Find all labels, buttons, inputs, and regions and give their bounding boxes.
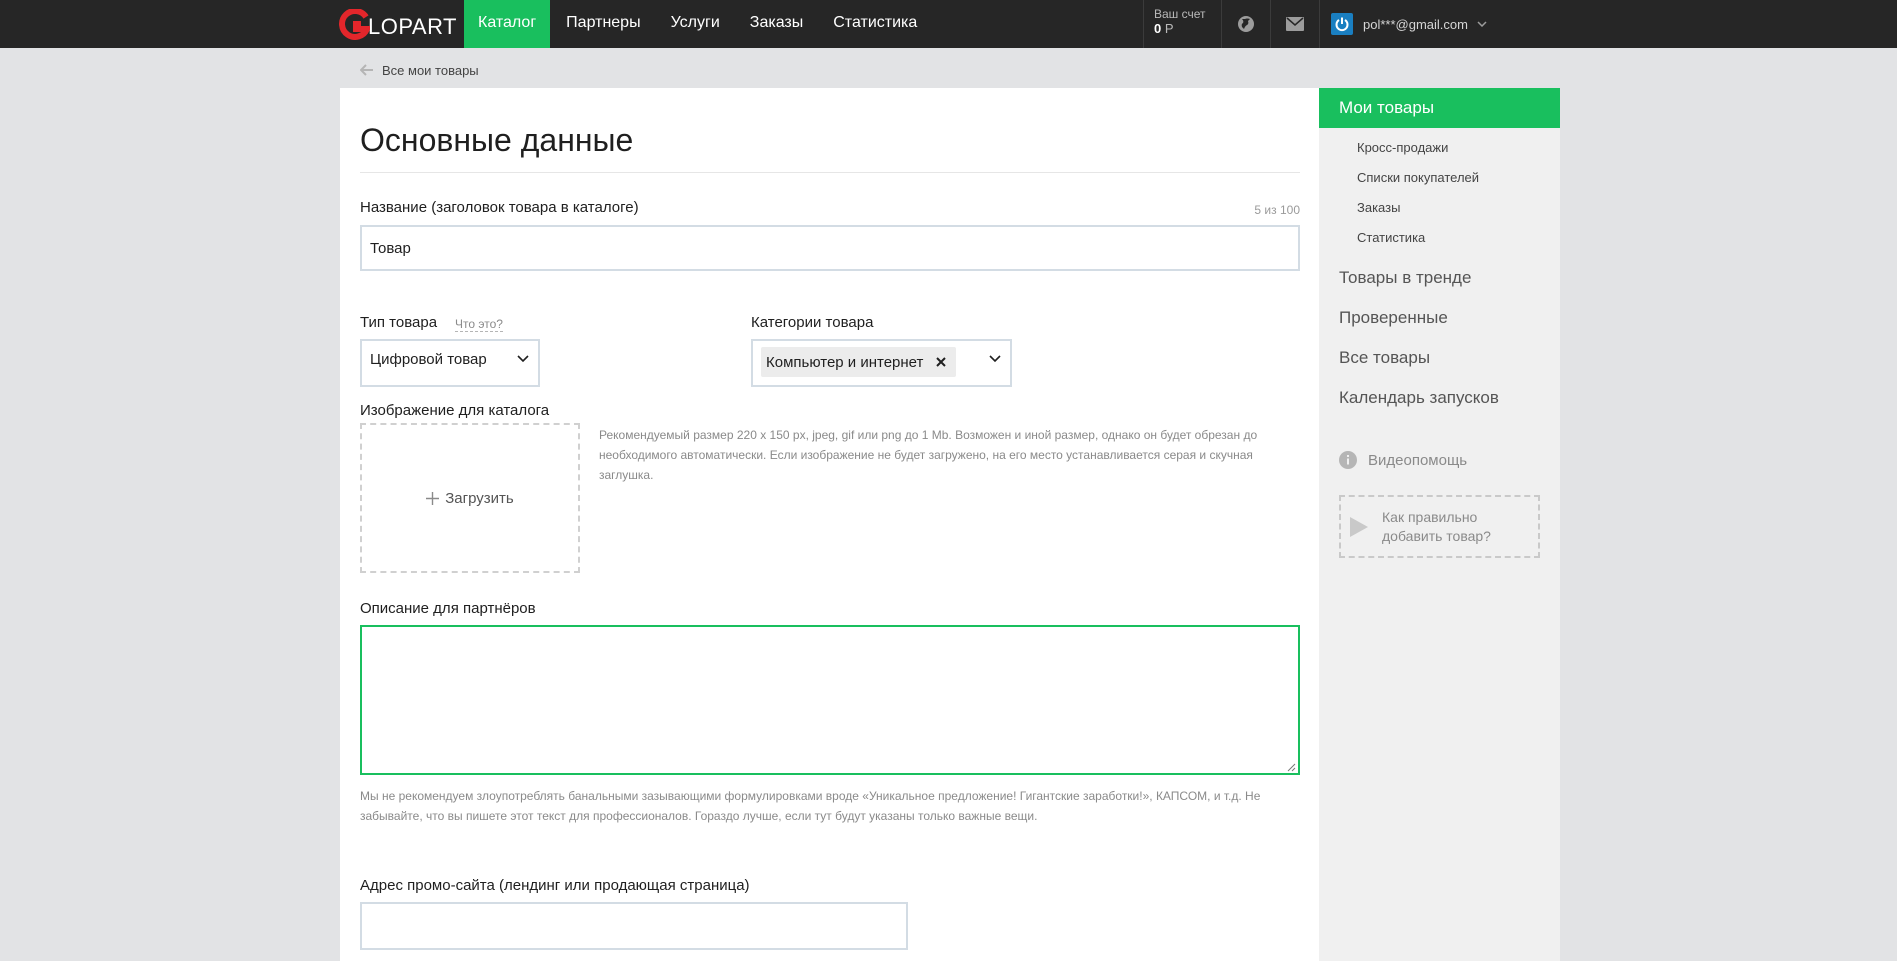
- logo-text: LOPART: [368, 14, 457, 39]
- name-label: Название (заголовок товара в каталоге): [360, 199, 639, 216]
- sidebar: Мои товары Кросс-продажи Списки покупате…: [1319, 88, 1560, 961]
- name-input[interactable]: [360, 225, 1300, 271]
- info-icon: [1339, 451, 1357, 469]
- video-card-text: Как правильно добавить товар?: [1382, 509, 1491, 544]
- sidebar-item-trending[interactable]: Товары в тренде: [1339, 268, 1471, 288]
- type-select[interactable]: Цифровой товар: [360, 339, 540, 387]
- balance-currency: Р: [1164, 21, 1174, 36]
- upload-label: Загрузить: [445, 489, 514, 507]
- main-content: Основные данные Название (заголовок това…: [340, 88, 1319, 961]
- top-right-area: Ваш счет 0 Р pol***@gmail.com: [1143, 0, 1499, 48]
- promo-site-label: Адрес промо-сайта (лендинг или продающая…: [360, 877, 750, 894]
- globe-icon: [1238, 16, 1254, 32]
- video-card[interactable]: Как правильно добавить товар?: [1339, 495, 1540, 558]
- video-help-label: Видеопомощь: [1368, 451, 1468, 469]
- main-nav: Каталог Партнеры Услуги Заказы Статистик…: [464, 0, 932, 48]
- nav-catalog[interactable]: Каталог: [464, 0, 551, 48]
- plus-icon: [426, 491, 440, 505]
- category-tag-remove[interactable]: [934, 355, 948, 369]
- sidebar-item-my-products[interactable]: Мои товары: [1319, 88, 1560, 128]
- user-menu[interactable]: pol***@gmail.com: [1319, 0, 1499, 48]
- account-balance[interactable]: Ваш счет 0 Р: [1143, 0, 1221, 48]
- name-counter: 5 из 100: [1254, 203, 1300, 217]
- categories-label: Категории товара: [751, 314, 874, 331]
- resize-grip-icon[interactable]: [1287, 763, 1296, 772]
- nav-orders[interactable]: Заказы: [735, 0, 818, 48]
- messages-button[interactable]: [1270, 0, 1319, 48]
- logo-mark: [339, 8, 370, 40]
- image-upload-button[interactable]: Загрузить: [360, 423, 580, 573]
- description-hint: Мы не рекомендуем злоупотреблять банальн…: [360, 789, 1261, 823]
- breadcrumb[interactable]: Все мои товары: [360, 60, 479, 80]
- image-hint: Рекомендуемый размер 220 x 150 px, jpeg,…: [599, 428, 1258, 482]
- sidebar-sub-cross-sales[interactable]: Кросс-продажи: [1357, 140, 1448, 155]
- type-label: Тип товара: [360, 314, 438, 331]
- sidebar-item-verified[interactable]: Проверенные: [1339, 308, 1448, 328]
- close-icon: [936, 357, 947, 367]
- category-tag-label: Компьютер и интернет: [766, 353, 924, 371]
- nav-statistics[interactable]: Статистика: [818, 0, 932, 48]
- type-select-value: Цифровой товар: [370, 351, 487, 368]
- sidebar-item-launch-calendar[interactable]: Календарь запусков: [1339, 388, 1499, 408]
- chevron-down-icon: [1477, 21, 1487, 27]
- top-bar: LOPART Каталог Партнеры Услуги Заказы Ст…: [0, 0, 1897, 48]
- sidebar-sub-statistics[interactable]: Статистика: [1357, 230, 1425, 245]
- image-label: Изображение для каталога: [360, 402, 550, 419]
- page-title: Основные данные: [360, 122, 634, 158]
- video-help: Видеопомощь: [1339, 451, 1467, 469]
- language-button[interactable]: [1221, 0, 1270, 48]
- breadcrumb-back-link[interactable]: Все мои товары: [382, 63, 479, 78]
- sidebar-sub-customer-lists[interactable]: Списки покупателей: [1357, 170, 1479, 185]
- type-hint-link[interactable]: Что это?: [455, 317, 503, 332]
- logo[interactable]: LOPART: [339, 6, 457, 42]
- play-icon: [1350, 517, 1368, 537]
- category-tag: Компьютер и интернет: [761, 347, 957, 377]
- description-label: Описание для партнёров: [360, 600, 536, 617]
- nav-partners[interactable]: Партнеры: [551, 0, 655, 48]
- sidebar-sub-orders[interactable]: Заказы: [1357, 200, 1400, 215]
- power-icon: [1335, 17, 1349, 32]
- sidebar-item-all-products[interactable]: Все товары: [1339, 348, 1430, 368]
- title-divider: [360, 172, 1300, 173]
- nav-services[interactable]: Услуги: [656, 0, 735, 48]
- balance-amount: 0: [1154, 21, 1162, 36]
- chevron-down-icon: [517, 355, 529, 363]
- categories-select[interactable]: Компьютер и интернет: [751, 339, 1012, 387]
- balance-label: Ваш счет: [1154, 7, 1206, 21]
- arrow-left-icon: [360, 64, 373, 76]
- avatar: [1331, 13, 1353, 35]
- mail-icon: [1286, 17, 1304, 31]
- description-textarea[interactable]: [360, 625, 1300, 775]
- chevron-down-icon: [989, 355, 1001, 363]
- user-email: pol***@gmail.com: [1363, 16, 1468, 32]
- promo-site-input[interactable]: [360, 902, 908, 950]
- balance-value: 0 Р: [1154, 21, 1221, 36]
